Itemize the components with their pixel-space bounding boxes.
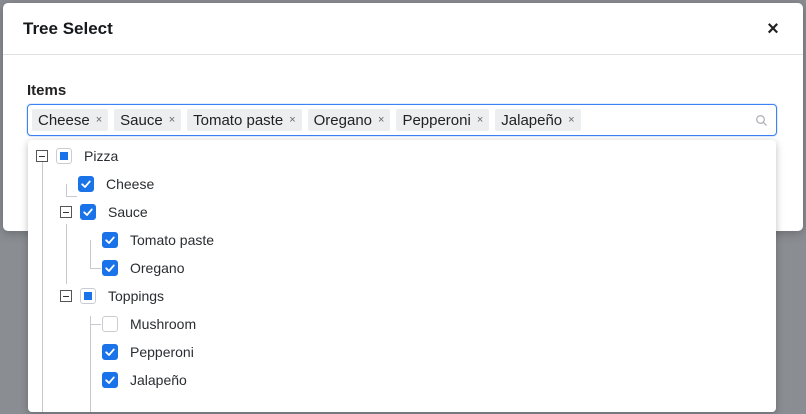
selected-tag: Cheese ×: [32, 109, 109, 131]
tree-guide-line: [42, 162, 43, 412]
tree-node-pizza[interactable]: Pizza: [36, 142, 118, 170]
dialog-title: Tree Select: [23, 18, 113, 38]
tree-node-tomato-paste[interactable]: Tomato paste: [102, 226, 214, 254]
selected-tag: Oregano ×: [307, 109, 391, 131]
node-label: Sauce: [108, 204, 148, 220]
search-icon: [756, 115, 767, 126]
tree-guide-line: [90, 268, 101, 269]
tag-remove-icon[interactable]: ×: [568, 114, 574, 126]
tree-guide-line: [66, 224, 67, 284]
tree-select-input[interactable]: Cheese × Sauce × Tomato paste × Oregano …: [27, 104, 777, 136]
check-icon: [81, 180, 91, 188]
selected-tag: Pepperoni ×: [396, 109, 490, 131]
checkbox-checked[interactable]: [102, 372, 118, 388]
selected-tag: Sauce ×: [114, 109, 182, 131]
selected-tag: Tomato paste ×: [187, 109, 302, 131]
checkbox-checked[interactable]: [80, 204, 96, 220]
node-label: Mushroom: [130, 316, 197, 332]
node-label: Tomato paste: [130, 232, 215, 248]
check-icon: [105, 236, 115, 244]
selected-tag: Jalapeño ×: [495, 109, 581, 131]
close-icon[interactable]: ×: [763, 19, 783, 39]
partial-checkbox[interactable]: [80, 288, 96, 304]
items-field-label: Items: [27, 82, 67, 99]
node-label: Jalapeño: [130, 372, 187, 388]
tree-node-mushroom[interactable]: Mushroom: [102, 310, 196, 338]
tag-remove-icon[interactable]: ×: [289, 114, 295, 126]
tree-node-oregano[interactable]: Oregano: [102, 254, 184, 282]
check-icon: [105, 264, 115, 272]
tree-guide-line: [90, 316, 91, 412]
check-icon: [105, 376, 115, 384]
dialog-header: Tree Select ×: [3, 3, 803, 55]
checkbox-unchecked[interactable]: [102, 316, 118, 332]
node-label: Cheese: [106, 176, 155, 192]
tag-label: Oregano: [313, 111, 372, 129]
collapse-toggle-icon[interactable]: [60, 290, 72, 302]
partial-checkbox[interactable]: [56, 148, 72, 164]
tree-guide-line: [90, 324, 101, 325]
tag-label: Tomato paste: [193, 111, 284, 129]
tag-label: Cheese: [38, 111, 90, 129]
node-label: Pepperoni: [130, 344, 194, 360]
collapse-toggle-icon[interactable]: [60, 206, 72, 218]
check-icon: [105, 348, 115, 356]
tag-remove-icon[interactable]: ×: [378, 114, 384, 126]
tag-remove-icon[interactable]: ×: [96, 114, 102, 126]
tree-node-pepperoni[interactable]: Pepperoni: [102, 338, 194, 366]
node-label: Oregano: [130, 260, 185, 276]
checkbox-checked[interactable]: [78, 176, 94, 192]
collapse-toggle-icon[interactable]: [36, 150, 48, 162]
tree-dropdown: Pizza Cheese Sauce Tomato paste Oregano …: [28, 140, 776, 412]
checkbox-checked[interactable]: [102, 344, 118, 360]
tree-guide-line: [66, 184, 67, 196]
tag-label: Pepperoni: [402, 111, 471, 129]
tree-node-toppings[interactable]: Toppings: [60, 282, 164, 310]
node-label: Pizza: [84, 148, 119, 164]
tree-guide-line: [66, 196, 77, 197]
tag-label: Jalapeño: [501, 111, 563, 129]
tree-node-sauce[interactable]: Sauce: [60, 198, 148, 226]
tree-node-jalapeno[interactable]: Jalapeño: [102, 366, 187, 394]
check-icon: [83, 208, 93, 216]
tree-node-cheese[interactable]: Cheese: [78, 170, 154, 198]
tag-remove-icon[interactable]: ×: [477, 114, 483, 126]
tag-label: Sauce: [120, 111, 163, 129]
node-label: Toppings: [108, 288, 165, 304]
tag-remove-icon[interactable]: ×: [169, 114, 175, 126]
checkbox-checked[interactable]: [102, 232, 118, 248]
checkbox-checked[interactable]: [102, 260, 118, 276]
tree-guide-line: [90, 240, 91, 268]
